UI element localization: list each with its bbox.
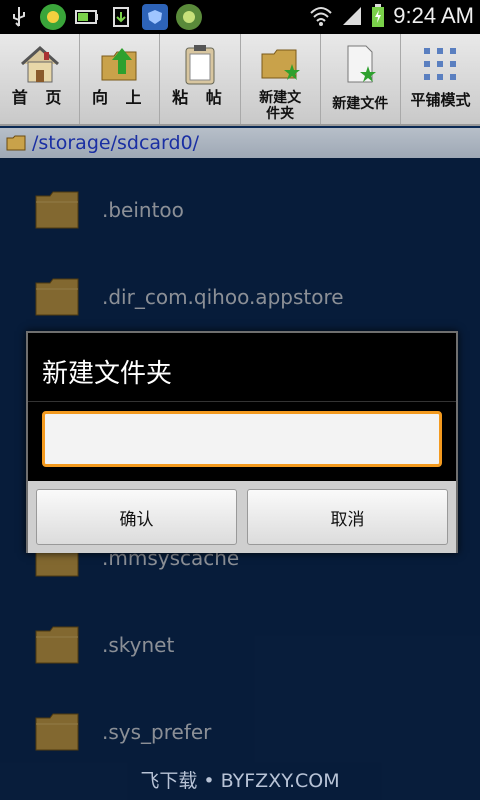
new-folder-dialog: 新建文件夹 确认 取消	[26, 331, 458, 553]
path-bar[interactable]: /storage/sdcard0/	[0, 128, 480, 158]
new-folder-label: 新建文 件夹	[259, 90, 302, 122]
new-file-icon	[336, 40, 384, 88]
battery-icon	[372, 4, 385, 27]
notification-icons	[6, 4, 202, 30]
dialog-button-bar: 确认 取消	[28, 481, 456, 553]
shield-icon	[142, 4, 168, 30]
home-button[interactable]: 首 页	[0, 34, 81, 124]
new-file-button[interactable]: 新建文件	[321, 34, 401, 124]
paste-label: 粘 帖	[172, 88, 228, 107]
system-icons: 9:24 AM	[309, 3, 474, 29]
battery-app-icon	[74, 4, 100, 30]
app-icon-1	[40, 4, 66, 30]
new-file-label: 新建文件	[332, 96, 389, 112]
grid-mode-icon	[416, 40, 464, 88]
wifi-icon	[310, 7, 332, 26]
up-folder-icon	[96, 40, 144, 88]
usb-icon	[6, 4, 32, 30]
status-bar: 9:24 AM	[0, 0, 480, 34]
download-icon	[108, 4, 134, 30]
up-label: 向 上	[91, 88, 148, 107]
signal-icon	[343, 7, 362, 25]
paste-button[interactable]: 粘 帖	[160, 34, 241, 124]
dialog-divider	[28, 401, 456, 402]
home-icon	[16, 40, 64, 88]
up-button[interactable]: 向 上	[80, 34, 161, 124]
dialog-title: 新建文件夹	[42, 359, 173, 389]
folder-icon	[6, 135, 26, 151]
grid-mode-label: 平铺模式	[410, 91, 471, 109]
folder-name-input[interactable]	[42, 411, 442, 467]
confirm-button[interactable]: 确认	[36, 489, 237, 545]
new-folder-button[interactable]: 新建文 件夹	[241, 34, 321, 124]
clipboard-icon	[176, 40, 224, 88]
current-path: /storage/sdcard0/	[32, 132, 200, 154]
cancel-button[interactable]: 取消	[247, 489, 448, 545]
home-label: 首 页	[11, 88, 68, 107]
new-folder-icon	[256, 40, 304, 88]
clock: 9:24 AM	[393, 3, 474, 28]
watermark: 飞下载 • BYFZXY.COM	[140, 770, 340, 792]
grid-mode-button[interactable]: 平铺模式	[401, 34, 480, 124]
toolbar: 首 页 向 上 粘 帖 新建文 件夹 新建文件 平铺模式	[0, 34, 480, 126]
app-icon-2	[176, 4, 202, 30]
